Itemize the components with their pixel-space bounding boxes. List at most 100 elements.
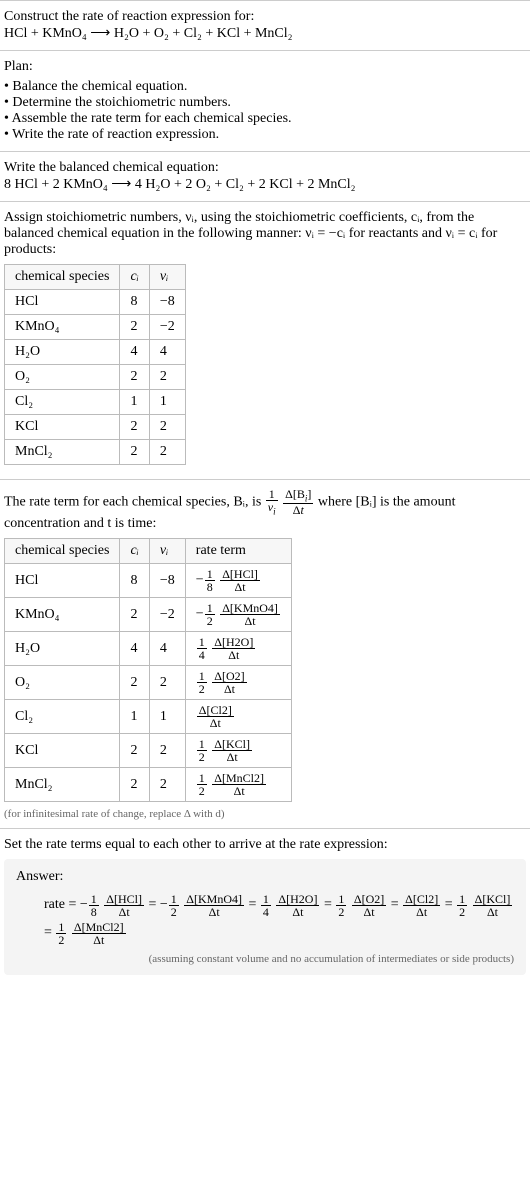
- rate-term-intro: The rate term for each chemical species,…: [4, 488, 526, 532]
- rate-intro-frac2: Δ[Bi]Δt: [283, 488, 313, 516]
- cell-species: O₂: [5, 666, 120, 700]
- table-header-row: chemical species cᵢ νᵢ: [5, 265, 186, 290]
- cell-species: H₂O: [5, 340, 120, 365]
- plan-item: Determine the stoichiometric numbers.: [4, 95, 526, 111]
- table-row: H₂O44: [5, 340, 186, 365]
- col-ci: cᵢ: [120, 265, 149, 290]
- cell-ci: 4: [120, 340, 149, 365]
- cell-species: MnCl₂: [5, 768, 120, 802]
- cell-ci: 4: [120, 632, 149, 666]
- table-header-row: chemical species cᵢ νᵢ rate term: [5, 539, 292, 564]
- stoich-section: Assign stoichiometric numbers, νᵢ, using…: [0, 201, 530, 479]
- cell-ci: 2: [120, 666, 149, 700]
- cell-rate-term: −12 Δ[KMnO4]Δt: [185, 598, 291, 632]
- cell-species: KMnO₄: [5, 315, 120, 340]
- cell-ci: 2: [120, 598, 149, 632]
- col-rate: rate term: [185, 539, 291, 564]
- cell-vi: 2: [149, 440, 185, 465]
- cell-vi: 4: [149, 340, 185, 365]
- plan-item: Balance the chemical equation.: [4, 79, 526, 95]
- table-row: KCl2212 Δ[KCl]Δt: [5, 734, 292, 768]
- cell-ci: 2: [120, 415, 149, 440]
- unbalanced-equation: HCl + KMnO₄ ⟶ H₂O + O₂ + Cl₂ + KCl + MnC…: [4, 25, 526, 42]
- cell-ci: 1: [120, 700, 149, 734]
- cell-species: Cl₂: [5, 700, 120, 734]
- cell-vi: −2: [149, 315, 185, 340]
- cell-ci: 1: [120, 390, 149, 415]
- rate-footnote: (for infinitesimal rate of change, repla…: [4, 808, 526, 820]
- table-row: MnCl₂22: [5, 440, 186, 465]
- cell-rate-term: Δ[Cl2]Δt: [185, 700, 291, 734]
- table-row: O₂22: [5, 365, 186, 390]
- cell-vi: −8: [149, 564, 185, 598]
- cell-species: O₂: [5, 365, 120, 390]
- rate-intro-a: The rate term for each chemical species,…: [4, 494, 265, 509]
- table-row: KMnO₄2−2−12 Δ[KMnO4]Δt: [5, 598, 292, 632]
- prompt-section: Construct the rate of reaction expressio…: [0, 0, 530, 50]
- table-row: KMnO₄2−2: [5, 315, 186, 340]
- cell-species: HCl: [5, 564, 120, 598]
- cell-vi: 2: [149, 365, 185, 390]
- cell-vi: −8: [149, 290, 185, 315]
- prompt-text: Construct the rate of reaction expressio…: [4, 9, 526, 25]
- cell-species: KCl: [5, 734, 120, 768]
- cell-rate-term: 12 Δ[MnCl2]Δt: [185, 768, 291, 802]
- balanced-section: Write the balanced chemical equation: 8 …: [0, 151, 530, 201]
- plan-item: Write the rate of reaction expression.: [4, 127, 526, 143]
- cell-species: H₂O: [5, 632, 120, 666]
- answer-note: (assuming constant volume and no accumul…: [16, 953, 514, 965]
- cell-vi: −2: [149, 598, 185, 632]
- table-row: HCl8−8−18 Δ[HCl]Δt: [5, 564, 292, 598]
- answer-label: Answer:: [16, 869, 514, 885]
- col-ci: cᵢ: [120, 539, 149, 564]
- cell-ci: 2: [120, 734, 149, 768]
- stoich-table: chemical species cᵢ νᵢ HCl8−8KMnO₄2−2H₂O…: [4, 264, 186, 465]
- answer-box: Answer: rate = −18 Δ[HCl]Δt = −12 Δ[KMnO…: [4, 859, 526, 975]
- rate-table: chemical species cᵢ νᵢ rate term HCl8−8−…: [4, 538, 292, 802]
- cell-ci: 2: [120, 440, 149, 465]
- table-row: Cl₂11: [5, 390, 186, 415]
- cell-species: MnCl₂: [5, 440, 120, 465]
- cell-species: KMnO₄: [5, 598, 120, 632]
- cell-ci: 2: [120, 768, 149, 802]
- rate-term-section: The rate term for each chemical species,…: [0, 479, 530, 828]
- cell-vi: 2: [149, 768, 185, 802]
- cell-rate-term: 12 Δ[O2]Δt: [185, 666, 291, 700]
- plan-item: Assemble the rate term for each chemical…: [4, 111, 526, 127]
- plan-heading: Plan:: [4, 59, 526, 75]
- table-row: Cl₂11Δ[Cl2]Δt: [5, 700, 292, 734]
- cell-ci: 8: [120, 564, 149, 598]
- cell-ci: 2: [120, 365, 149, 390]
- rate-intro-frac1: 1νi: [266, 488, 278, 516]
- cell-ci: 8: [120, 290, 149, 315]
- table-row: H₂O4414 Δ[H2O]Δt: [5, 632, 292, 666]
- plan-section: Plan: Balance the chemical equation. Det…: [0, 50, 530, 151]
- cell-species: KCl: [5, 415, 120, 440]
- cell-vi: 4: [149, 632, 185, 666]
- cell-vi: 1: [149, 700, 185, 734]
- table-row: KCl22: [5, 415, 186, 440]
- table-row: MnCl₂2212 Δ[MnCl2]Δt: [5, 768, 292, 802]
- final-section: Set the rate terms equal to each other t…: [0, 828, 530, 985]
- cell-rate-term: 14 Δ[H2O]Δt: [185, 632, 291, 666]
- col-vi: νᵢ: [149, 539, 185, 564]
- final-intro: Set the rate terms equal to each other t…: [4, 837, 526, 853]
- cell-vi: 2: [149, 666, 185, 700]
- cell-species: Cl₂: [5, 390, 120, 415]
- col-species: chemical species: [5, 265, 120, 290]
- cell-ci: 2: [120, 315, 149, 340]
- cell-rate-term: 12 Δ[KCl]Δt: [185, 734, 291, 768]
- cell-vi: 1: [149, 390, 185, 415]
- plan-list: Balance the chemical equation. Determine…: [4, 79, 526, 143]
- balanced-heading: Write the balanced chemical equation:: [4, 160, 526, 176]
- balanced-equation: 8 HCl + 2 KMnO₄ ⟶ 4 H₂O + 2 O₂ + Cl₂ + 2…: [4, 176, 526, 193]
- cell-vi: 2: [149, 734, 185, 768]
- cell-species: HCl: [5, 290, 120, 315]
- col-species: chemical species: [5, 539, 120, 564]
- cell-rate-term: −18 Δ[HCl]Δt: [185, 564, 291, 598]
- col-vi: νᵢ: [149, 265, 185, 290]
- table-row: O₂2212 Δ[O2]Δt: [5, 666, 292, 700]
- table-row: HCl8−8: [5, 290, 186, 315]
- cell-vi: 2: [149, 415, 185, 440]
- stoich-intro: Assign stoichiometric numbers, νᵢ, using…: [4, 210, 526, 258]
